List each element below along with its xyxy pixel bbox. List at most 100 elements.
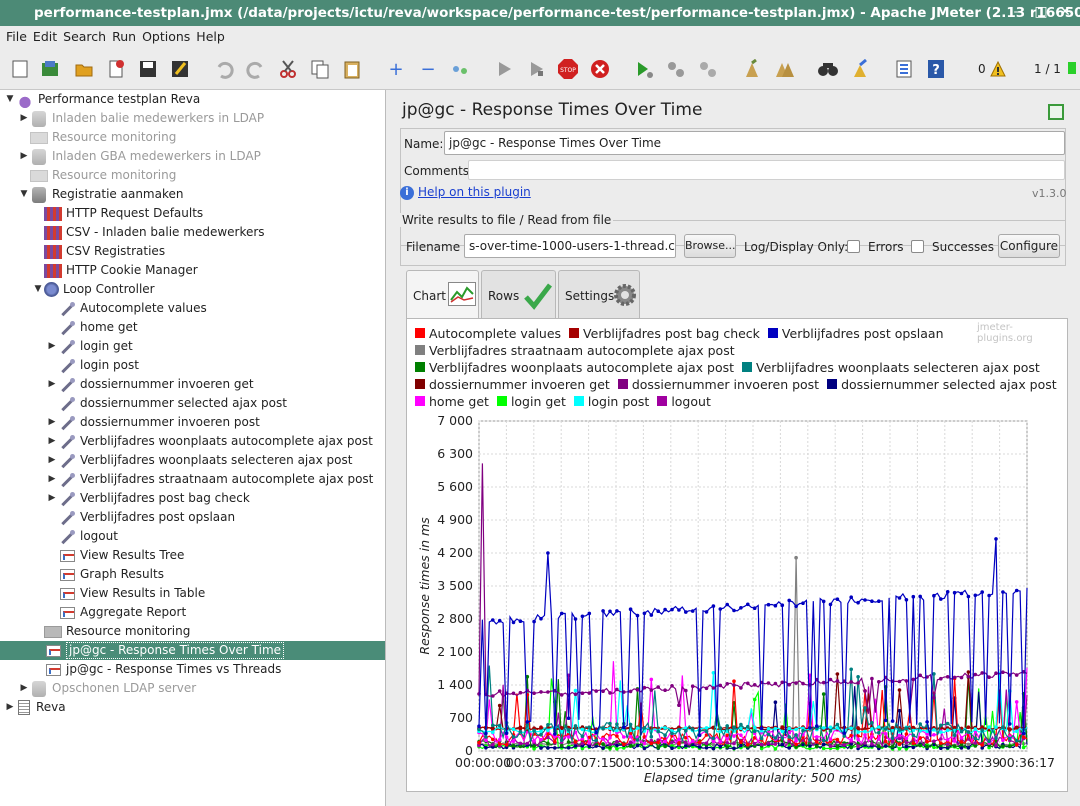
tree-node[interactable]: Resource monitoring	[0, 128, 385, 147]
copy-icon[interactable]	[308, 58, 332, 80]
tree-node[interactable]: ▶ Verblijfadres straatnaam autocomplete a…	[0, 470, 385, 489]
help-link[interactable]: Help on this plugin	[418, 185, 531, 199]
browse-button[interactable]: Browse...	[684, 234, 736, 258]
paste-icon[interactable]	[340, 58, 364, 80]
tree-node[interactable]: logout	[0, 527, 385, 546]
menu-search[interactable]: Search	[61, 26, 110, 48]
clear-all-icon[interactable]	[772, 58, 796, 80]
tree-node[interactable]: ▶ dossiernummer invoeren get	[0, 375, 385, 394]
tree-node[interactable]: ▶ Opschonen LDAP server	[0, 679, 385, 698]
tree-node[interactable]: ▶ Inladen balie medewerkers in LDAP	[0, 109, 385, 128]
tree-node[interactable]: CSV - Inladen balie medewerkers	[0, 223, 385, 242]
menu-edit[interactable]: Edit	[31, 26, 61, 48]
stop-icon[interactable]: STOP	[556, 58, 580, 80]
tree-node[interactable]: Resource monitoring	[0, 622, 385, 641]
remote-stop-icon[interactable]	[664, 58, 688, 80]
close-icon[interactable]: ✕	[1056, 3, 1074, 21]
clear-icon[interactable]	[740, 58, 764, 80]
save-as-icon[interactable]	[168, 58, 192, 80]
collapsed-toggle-icon[interactable]: ▶	[18, 147, 30, 166]
menu-help[interactable]: Help	[194, 26, 229, 48]
collapsed-toggle-icon[interactable]: ▶	[46, 413, 58, 432]
collapsed-toggle-icon[interactable]: ▶	[46, 375, 58, 394]
comments-field[interactable]	[468, 160, 1065, 180]
collapse-all-icon[interactable]: −	[416, 58, 440, 80]
data-point	[1001, 670, 1005, 674]
splitter-handle[interactable]	[386, 90, 394, 806]
expanded-toggle-icon[interactable]: ▼	[18, 185, 30, 204]
menu-options[interactable]: Options	[140, 26, 194, 48]
collapsed-toggle-icon[interactable]: ▶	[46, 337, 58, 356]
remote-start-icon[interactable]	[632, 58, 656, 80]
tree-node[interactable]: View Results in Table	[0, 584, 385, 603]
reset-search-icon[interactable]	[848, 58, 872, 80]
collapsed-toggle-icon[interactable]: ▶	[46, 432, 58, 451]
help-icon[interactable]: ?	[924, 58, 948, 80]
data-point	[987, 739, 991, 744]
tree-node[interactable]: ▶ Verblijfadres post bag check	[0, 489, 385, 508]
tree-node[interactable]: ▼ Performance testplan Reva	[0, 90, 385, 109]
maximize-icon[interactable]: □	[1032, 3, 1050, 21]
remote-shutdown-icon[interactable]	[696, 58, 720, 80]
data-point	[663, 744, 667, 749]
tree-node[interactable]: HTTP Request Defaults	[0, 204, 385, 223]
minimize-icon[interactable]: –	[1008, 3, 1026, 21]
cut-icon[interactable]	[276, 58, 300, 80]
tree-node[interactable]: home get	[0, 318, 385, 337]
tree-node[interactable]: jp@gc - Response Times vs Threads	[0, 660, 385, 679]
tree-node[interactable]: jp@gc - Response Times Over Time	[0, 641, 385, 660]
new-icon[interactable]	[8, 58, 32, 80]
menu-file[interactable]: File	[4, 26, 31, 48]
search-icon[interactable]	[816, 58, 840, 80]
tree-node[interactable]: ▶ Verblijfadres woonplaats selecteren aja…	[0, 451, 385, 470]
tree-node[interactable]: ▶ login get	[0, 337, 385, 356]
collapsed-toggle-icon[interactable]: ▶	[46, 470, 58, 489]
tree-node[interactable]: ▶ dossiernummer invoeren post	[0, 413, 385, 432]
tree-node[interactable]: Autocomplete values	[0, 299, 385, 318]
collapsed-toggle-icon[interactable]: ▶	[4, 698, 16, 717]
close-file-icon[interactable]	[104, 58, 128, 80]
tree-node[interactable]: login post	[0, 356, 385, 375]
filename-field[interactable]: s-over-time-1000-users-1-thread.csv	[464, 234, 676, 258]
save-icon[interactable]	[136, 58, 160, 80]
collapsed-toggle-icon[interactable]: ▶	[18, 679, 30, 698]
collapsed-toggle-icon[interactable]: ▶	[18, 109, 30, 128]
name-field[interactable]: jp@gc - Response Times Over Time	[444, 131, 1065, 155]
tree-node[interactable]: Verblijfadres post opslaan	[0, 508, 385, 527]
tree-node[interactable]: HTTP Cookie Manager	[0, 261, 385, 280]
open-icon[interactable]	[72, 58, 96, 80]
tree-node[interactable]: View Results Tree	[0, 546, 385, 565]
tab-chart[interactable]: Chart	[406, 270, 479, 320]
tree-node[interactable]: dossiernummer selected ajax post	[0, 394, 385, 413]
successes-checkbox[interactable]	[911, 240, 924, 253]
tree-node[interactable]: ▶ Inladen GBA medewerkers in LDAP	[0, 147, 385, 166]
tab-rows[interactable]: Rows	[481, 270, 556, 318]
tree-node[interactable]: ▼ Registratie aanmaken	[0, 185, 385, 204]
tree-node[interactable]: ▼ Loop Controller	[0, 280, 385, 299]
redo-icon[interactable]	[244, 58, 268, 80]
tree-node[interactable]: Resource monitoring	[0, 166, 385, 185]
toggle-icon[interactable]	[448, 58, 472, 80]
function-helper-icon[interactable]	[892, 58, 916, 80]
expanded-toggle-icon[interactable]: ▼	[4, 90, 16, 109]
maximize-panel-icon[interactable]	[1048, 104, 1064, 120]
data-point	[821, 742, 826, 747]
errors-checkbox[interactable]	[847, 240, 860, 253]
collapsed-toggle-icon[interactable]: ▶	[46, 489, 58, 508]
expand-all-icon[interactable]: +	[384, 58, 408, 80]
menu-run[interactable]: Run	[110, 26, 140, 48]
expanded-toggle-icon[interactable]: ▼	[32, 280, 44, 299]
tree-node[interactable]: ▶ Reva	[0, 698, 385, 717]
start-no-pause-icon[interactable]	[524, 58, 548, 80]
start-icon[interactable]	[492, 58, 516, 80]
tree-node[interactable]: Aggregate Report	[0, 603, 385, 622]
configure-button[interactable]: Configure	[998, 234, 1060, 258]
collapsed-toggle-icon[interactable]: ▶	[46, 451, 58, 470]
tab-settings[interactable]: Settings	[558, 270, 640, 318]
shutdown-icon[interactable]	[588, 58, 612, 80]
tree-node[interactable]: Graph Results	[0, 565, 385, 584]
tree-node[interactable]: CSV Registraties	[0, 242, 385, 261]
undo-icon[interactable]	[212, 58, 236, 80]
templates-icon[interactable]	[38, 58, 62, 80]
tree-node[interactable]: ▶ Verblijfadres woonplaats autocomplete a…	[0, 432, 385, 451]
